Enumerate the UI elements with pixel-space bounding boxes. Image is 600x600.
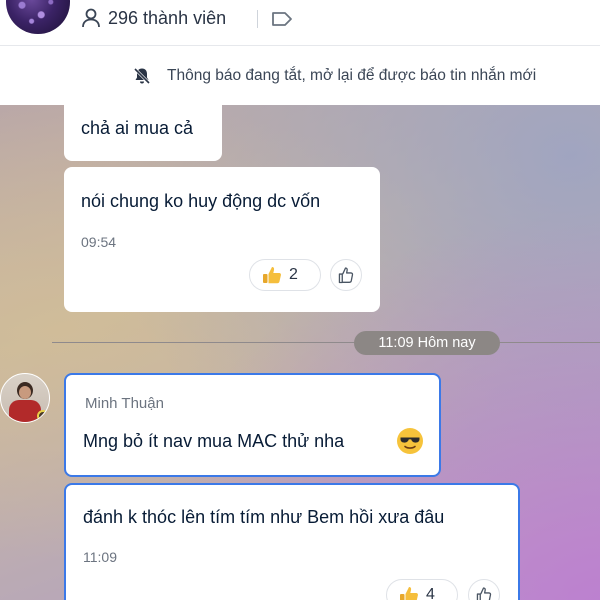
react-button[interactable] <box>468 579 500 600</box>
tag-icon[interactable] <box>270 9 294 29</box>
chat-header: 296 thành viên <box>0 0 600 46</box>
message-bubble[interactable]: Minh Thuận Mng bỏ ít nav mua MAC thử nha <box>64 373 441 477</box>
sender-name[interactable]: Minh Thuận <box>85 395 164 412</box>
message-text: chả ai mua cả <box>81 118 194 138</box>
message-time: 09:54 <box>81 234 117 250</box>
notification-notice-bar: Thông báo đang tắt, mở lại để được báo t… <box>0 47 600 105</box>
bell-off-icon <box>133 67 151 85</box>
message-bubble[interactable]: nói chung ko huy động dc vốn 09:54 2 <box>64 167 380 312</box>
member-count[interactable]: 296 thành viên <box>108 8 226 29</box>
message-bubble[interactable]: đánh k thóc lên tím tím như Bem hồi xưa … <box>64 483 520 600</box>
group-avatar[interactable] <box>6 0 70 34</box>
sunglasses-emoji <box>397 428 423 454</box>
react-button[interactable] <box>330 259 362 291</box>
reaction-count: 2 <box>289 266 298 283</box>
avatar[interactable] <box>0 373 50 423</box>
reaction-count: 4 <box>426 586 435 600</box>
notice-text: Thông báo đang tắt, mở lại để được báo t… <box>167 67 537 84</box>
header-divider <box>257 10 258 28</box>
message-time: 11:09 <box>83 549 117 565</box>
chat-message-area[interactable]: chả ai mua cả nói chung ko huy động dc v… <box>0 105 600 600</box>
message-text: Mng bỏ ít nav mua MAC thử nha <box>83 431 345 451</box>
status-badge <box>37 410 49 422</box>
time-divider-line <box>52 342 600 343</box>
reaction-summary[interactable]: 2 <box>249 259 321 291</box>
message-text: đánh k thóc lên tím tím như Bem hồi xưa … <box>83 507 445 527</box>
message-bubble[interactable]: chả ai mua cả <box>64 105 222 161</box>
thumbs-up-outline-icon <box>476 587 492 600</box>
time-divider-label: 11:09 Hôm nay <box>354 331 500 355</box>
person-icon[interactable] <box>80 7 102 29</box>
thumbs-up-outline-icon <box>338 267 354 284</box>
thumbs-up-emoji <box>263 267 281 284</box>
thumbs-up-emoji <box>400 587 418 600</box>
message-text: nói chung ko huy động dc vốn <box>81 191 321 211</box>
reaction-summary[interactable]: 4 <box>386 579 458 600</box>
